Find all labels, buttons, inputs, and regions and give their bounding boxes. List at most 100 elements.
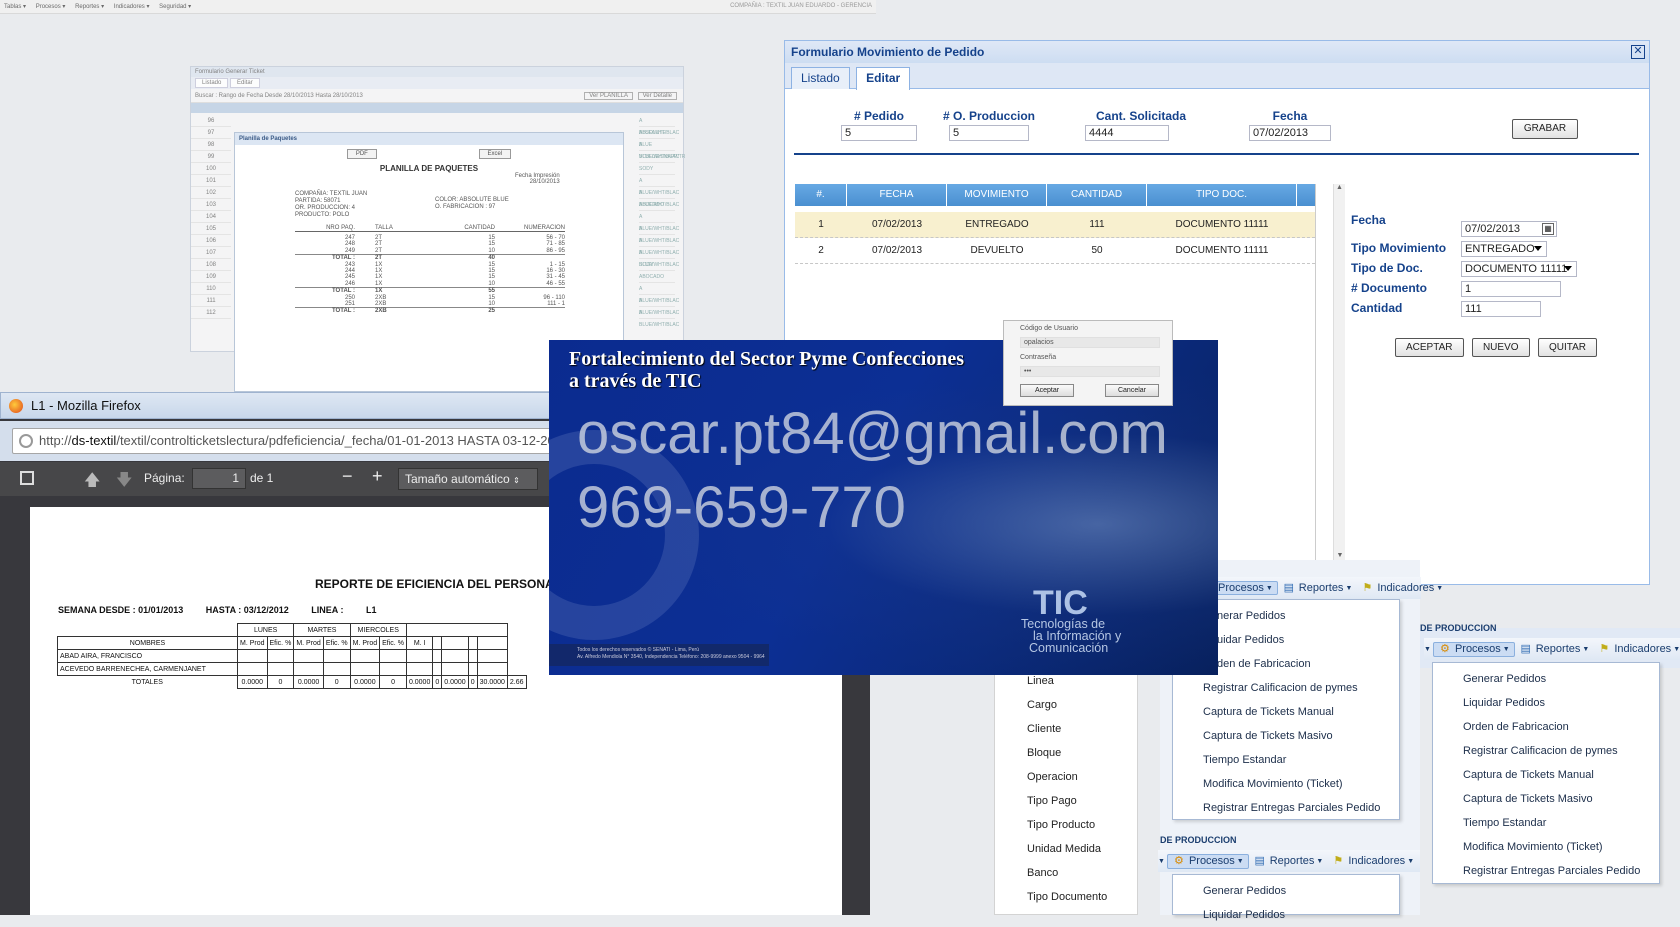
grid-scrollbar[interactable]: ▲ ▼ <box>1333 184 1345 564</box>
tipo-movimiento-select[interactable]: ENTREGADO <box>1461 241 1547 257</box>
ticket-row-number[interactable]: 107 <box>191 247 231 259</box>
tipo-doc-select[interactable]: DOCUMENTO 11111 <box>1461 261 1577 277</box>
menu-item[interactable]: Modifica Movimiento (Ticket) <box>1173 772 1399 796</box>
menu-tablas[interactable]: Tablas ▾ <box>4 4 26 10</box>
ticket-row-number[interactable]: 111 <box>191 295 231 307</box>
col-cantidad[interactable]: CANTIDAD <box>1047 184 1147 206</box>
table-row[interactable]: 2 07/02/2013 DEVUELTO 50 DOCUMENTO 11111 <box>795 238 1315 264</box>
close-icon[interactable]: ✕ <box>1631 45 1645 59</box>
reportes-menu[interactable]: ▤ Reportes ▼ <box>1249 855 1328 868</box>
menu-item[interactable]: Captura de Tickets Manual <box>1433 763 1659 787</box>
side-fecha-field[interactable]: 07/02/2013 ▦ <box>1461 221 1557 237</box>
ticket-row-number[interactable]: 108 <box>191 259 231 271</box>
ver-detalle-button[interactable]: Ver Detalle <box>637 92 677 100</box>
reportes-menu[interactable]: ▤ Reportes ▼ <box>1515 643 1594 656</box>
tablas-item[interactable]: Cliente <box>995 717 1137 741</box>
indicadores-menu[interactable]: ⚑ Indicadores ▼ <box>1327 855 1418 868</box>
menu-item[interactable]: Registrar Entregas Parciales Pedido <box>1173 796 1399 820</box>
indicadores-menu[interactable]: ⚑ Indicadores ▼ <box>1356 582 1447 595</box>
quitar-button[interactable]: QUITAR <box>1537 338 1598 357</box>
menu-item[interactable]: Generar Pedidos <box>1173 879 1399 903</box>
ticket-tab-editar[interactable]: Editar <box>230 78 260 88</box>
ticket-row-number[interactable]: 98 <box>191 139 231 151</box>
ver-planilla-button[interactable]: Ver PLANILLA <box>584 92 633 100</box>
ticket-row-number[interactable]: 105 <box>191 223 231 235</box>
ticket-row-number[interactable]: 99 <box>191 151 231 163</box>
col-num[interactable]: #. <box>795 184 847 206</box>
zoom-select[interactable]: Tamaño automático ⇕ <box>398 468 538 490</box>
menu-item[interactable]: Generar Pedidos <box>1433 667 1659 691</box>
pdf-button[interactable]: PDF <box>346 149 377 159</box>
menu-indicadores[interactable]: Indicadores ▾ <box>114 4 150 10</box>
table-row[interactable]: 1 07/02/2013 ENTREGADO 111 DOCUMENTO 111… <box>795 212 1315 238</box>
menu-item[interactable]: Captura de Tickets Masivo <box>1433 787 1659 811</box>
menu-item[interactable]: Registrar Entregas Parciales Pedido <box>1433 859 1659 883</box>
tablas-item[interactable]: Operacion <box>995 765 1137 789</box>
menu-item[interactable]: Captura de Tickets Manual <box>1173 700 1399 724</box>
tablas-item[interactable]: Tipo Producto <box>995 813 1137 837</box>
tablas-item[interactable]: Bloque <box>995 741 1137 765</box>
col-tipo-doc[interactable]: TIPO DOC. <box>1147 184 1297 206</box>
menu-item[interactable]: Orden de Fabricacion <box>1433 715 1659 739</box>
pedido-field[interactable]: 5 <box>841 125 917 141</box>
user-input[interactable]: opalacios <box>1020 337 1160 348</box>
cant-solicitada-field[interactable]: 4444 <box>1085 125 1169 141</box>
arrow-up-icon[interactable]: 🡅 <box>84 469 100 496</box>
ticket-row-number[interactable]: 96 <box>191 115 231 127</box>
nuevo-button[interactable]: NUEVO <box>1471 338 1530 357</box>
arrow-down-icon[interactable]: 🡇 <box>116 469 132 496</box>
tablas-item[interactable]: Cargo <box>995 693 1137 717</box>
ticket-row-number[interactable]: 100 <box>191 163 231 175</box>
chevron-down-icon[interactable] <box>1534 246 1542 251</box>
menu-item[interactable]: Registrar Calificacion de pymes <box>1173 676 1399 700</box>
menu-item[interactable]: Captura de Tickets Masivo <box>1173 724 1399 748</box>
procesos-menu[interactable]: Procesos ▼ <box>1213 581 1278 595</box>
ticket-row-number[interactable]: 102 <box>191 187 231 199</box>
menu-item[interactable]: Liquidar Pedidos <box>1173 903 1399 927</box>
fecha-field[interactable]: 07/02/2013 <box>1249 125 1331 141</box>
sidebar-toggle-icon[interactable] <box>20 471 34 485</box>
zoom-in-icon[interactable]: + <box>372 466 383 487</box>
menu-item[interactable]: Tiempo Estandar <box>1173 748 1399 772</box>
ticket-row-number[interactable]: 112 <box>191 307 231 319</box>
tablas-item[interactable]: Tipo Documento <box>995 885 1137 909</box>
tab-editar[interactable]: Editar <box>856 67 911 90</box>
menu-item[interactable]: Tiempo Estandar <box>1433 811 1659 835</box>
calendar-icon[interactable]: ▦ <box>1542 223 1554 235</box>
page-number-input[interactable]: 1 <box>192 468 246 489</box>
documento-field[interactable]: 1 <box>1461 281 1561 297</box>
menu-item[interactable]: Registrar Calificacion de pymes <box>1433 739 1659 763</box>
reportes-menu[interactable]: ▤ Reportes ▼ <box>1278 582 1357 595</box>
grabar-button[interactable]: GRABAR <box>1512 119 1578 139</box>
ticket-row-number[interactable]: 101 <box>191 175 231 187</box>
menu-item[interactable]: Modifica Movimiento (Ticket) <box>1433 835 1659 859</box>
aceptar-login-button[interactable]: Aceptar <box>1020 384 1074 397</box>
excel-button[interactable]: Excel <box>478 149 512 159</box>
cantidad-field[interactable]: 111 <box>1461 301 1541 317</box>
menu-procesos[interactable]: Procesos ▾ <box>36 4 66 10</box>
menu-item[interactable]: Liquidar Pedidos <box>1433 691 1659 715</box>
tablas-item[interactable]: Tipo Pago <box>995 789 1137 813</box>
ticket-row-number[interactable]: 109 <box>191 271 231 283</box>
tab-listado[interactable]: Listado <box>791 67 850 89</box>
tablas-item[interactable]: Unidad Medida <box>995 837 1137 861</box>
procesos-menu[interactable]: ⚙ Procesos ▼ <box>1432 641 1515 657</box>
col-fecha[interactable]: FECHA <box>847 184 947 206</box>
menu-reportes[interactable]: Reportes ▾ <box>75 4 104 10</box>
chevron-down-icon[interactable] <box>1564 266 1572 271</box>
col-movimiento[interactable]: MOVIMIENTO <box>947 184 1047 206</box>
ticket-tab-listado[interactable]: Listado <box>195 78 229 88</box>
ticket-row-number[interactable]: 104 <box>191 211 231 223</box>
ticket-row-number[interactable]: 106 <box>191 235 231 247</box>
ticket-row-number[interactable]: 103 <box>191 199 231 211</box>
zoom-out-icon[interactable]: − <box>342 466 353 487</box>
scroll-up-icon[interactable]: ▲ <box>1334 184 1345 196</box>
aceptar-button[interactable]: ACEPTAR <box>1395 338 1464 357</box>
oprod-field[interactable]: 5 <box>949 125 1029 141</box>
indicadores-menu[interactable]: ⚑ Indicadores ▼ <box>1593 643 1680 656</box>
cancelar-login-button[interactable]: Cancelar <box>1105 384 1159 397</box>
menu-seguridad[interactable]: Seguridad ▾ <box>159 4 191 10</box>
ticket-row-number[interactable]: 110 <box>191 283 231 295</box>
procesos-menu[interactable]: ⚙ Procesos ▼ <box>1166 853 1249 869</box>
tablas-item[interactable]: Banco <box>995 861 1137 885</box>
